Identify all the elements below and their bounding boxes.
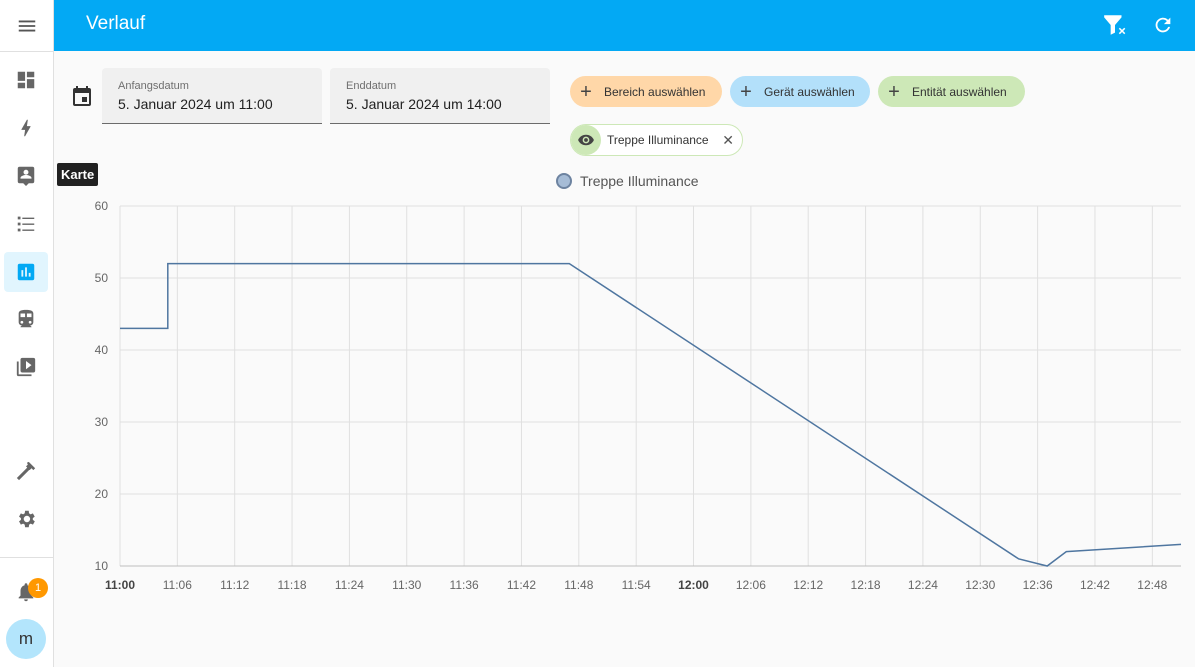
x-tick-label: 11:06: [163, 578, 192, 592]
page-title: Verlauf: [86, 13, 146, 34]
y-tick-label: 10: [95, 559, 109, 573]
x-tick-label: 11:24: [335, 578, 364, 592]
map-icon: [17, 166, 35, 186]
legend-label: Treppe Illuminance: [580, 173, 699, 189]
x-tick-label: 11:48: [564, 578, 593, 592]
series-line: [120, 262, 1182, 567]
start-date-value: 5. Januar 2024 um 11:00: [118, 96, 273, 112]
calendar-icon[interactable]: [70, 84, 94, 113]
sidebar-item-settings[interactable]: [4, 499, 48, 539]
choose-area-label: Bereich auswählen: [604, 84, 706, 99]
sidebar-item-energy[interactable]: [4, 108, 48, 148]
x-tick-label: 11:18: [277, 578, 306, 592]
sidebar-item-logbook[interactable]: [4, 204, 48, 244]
clear-filter-button[interactable]: [1102, 12, 1128, 38]
notification-badge: 1: [28, 578, 48, 598]
x-tick-label: 12:12: [793, 578, 823, 592]
x-tick-label: 12:06: [736, 578, 766, 592]
app-header: Verlauf: [54, 0, 1195, 51]
choose-area-chip[interactable]: + Bereich auswählen: [570, 76, 722, 107]
logbook-icon: [17, 216, 35, 232]
end-date-value: 5. Januar 2024 um 14:00: [346, 96, 502, 112]
eye-icon: [571, 125, 601, 155]
x-tick-label: 11:30: [392, 578, 421, 592]
start-date-label: Anfangsdatum: [118, 80, 189, 92]
sidebar: 1 m: [0, 0, 54, 667]
choose-entity-chip[interactable]: + Entität auswählen: [878, 76, 1025, 107]
sidebar-item-overview[interactable]: [4, 60, 48, 100]
x-tick-label: 12:36: [1023, 578, 1053, 592]
y-tick-label: 60: [95, 199, 109, 213]
history-icon: [17, 263, 35, 281]
x-tick-label: 12:18: [851, 578, 881, 592]
sidebar-item-history[interactable]: [4, 252, 48, 292]
hammer-icon: [16, 461, 36, 481]
x-tick-label: 11:00: [105, 578, 135, 592]
end-date-label: Enddatum: [346, 80, 397, 92]
plus-icon: +: [580, 80, 592, 103]
y-tick-label: 40: [95, 343, 109, 357]
choose-entity-label: Entität auswählen: [912, 84, 1007, 99]
x-tick-label: 11:36: [450, 578, 479, 592]
dashboard-icon: [17, 71, 35, 89]
x-tick-label: 11:42: [507, 578, 536, 592]
sidebar-item-map[interactable]: [4, 155, 48, 195]
sidebar-item-transport[interactable]: [4, 299, 48, 339]
selected-entity-chip[interactable]: Treppe Illuminance ✕: [570, 124, 743, 156]
x-tick-label: 12:48: [1137, 578, 1167, 592]
choose-device-chip[interactable]: + Gerät auswählen: [730, 76, 870, 107]
sidebar-item-media[interactable]: [4, 347, 48, 387]
y-tick-label: 50: [95, 271, 109, 285]
start-date-field[interactable]: Anfangsdatum 5. Januar 2024 um 11:00: [102, 68, 322, 124]
menu-button[interactable]: [0, 0, 53, 52]
x-tick-label: 11:12: [220, 578, 249, 592]
x-tick-label: 12:42: [1080, 578, 1110, 592]
filter-remove-icon: [1104, 15, 1126, 35]
choose-device-label: Gerät auswählen: [764, 84, 855, 99]
x-tick-label: 12:24: [908, 578, 938, 592]
train-icon: [18, 309, 34, 328]
end-date-field[interactable]: Enddatum 5. Januar 2024 um 14:00: [330, 68, 550, 124]
selected-entity-label: Treppe Illuminance: [607, 133, 709, 147]
x-tick-label: 12:00: [678, 578, 709, 592]
x-tick-label: 12:30: [965, 578, 995, 592]
gear-icon: [19, 510, 35, 528]
chart-legend[interactable]: Treppe Illuminance: [556, 173, 699, 189]
remove-chip-icon[interactable]: ✕: [722, 132, 734, 149]
plus-icon: +: [740, 80, 752, 103]
y-tick-label: 30: [95, 415, 109, 429]
energy-icon: [21, 119, 31, 137]
x-tick-label: 11:54: [622, 578, 651, 592]
y-tick-label: 20: [95, 487, 109, 501]
refresh-icon: [1155, 17, 1171, 33]
sidebar-item-developer-tools[interactable]: [4, 451, 48, 491]
refresh-button[interactable]: [1150, 12, 1176, 38]
legend-marker: [556, 173, 572, 189]
plus-icon: +: [888, 80, 900, 103]
sidebar-tooltip: Karte: [57, 163, 99, 186]
menu-icon: [18, 20, 35, 31]
sidebar-divider: [0, 557, 53, 558]
media-icon: [16, 357, 36, 377]
avatar[interactable]: m: [6, 619, 46, 659]
